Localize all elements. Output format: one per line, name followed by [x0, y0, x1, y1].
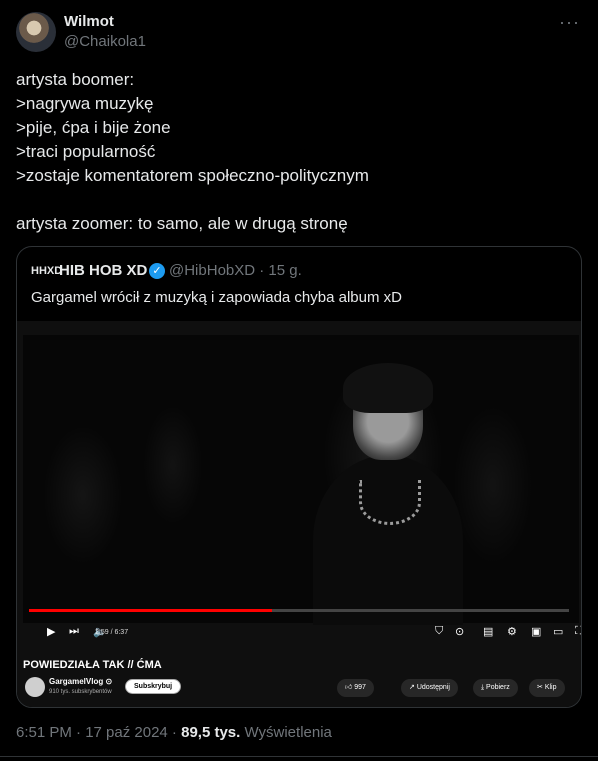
video-progress-fill: [29, 609, 272, 612]
share-button[interactable]: ↗ Udostępnij: [401, 679, 458, 697]
settings-icon[interactable]: ⚙: [507, 625, 517, 638]
download-label: Pobierz: [486, 684, 510, 691]
more-horizontal-icon[interactable]: ···: [559, 12, 580, 33]
video-frame[interactable]: [23, 335, 579, 625]
author-name[interactable]: Wilmot: [64, 13, 114, 30]
quote-text: Gargamel wrócił z muzyką i zapowiada chy…: [31, 289, 402, 306]
quoted-tweet[interactable]: HHXD HIB HOB XD ✓ @HibHobXD · 15 g. Garg…: [16, 246, 582, 708]
video-title[interactable]: POWIEDZIAŁA TAK // ĆMA: [23, 659, 162, 671]
video-controls: ▶ ⏭ 🔈 2:59 / 6:37 ⛉ ⊙ ▤ ⚙ ▣ ▭ ⛶: [23, 623, 581, 645]
tweet-meta: 6:51 PM · 17 paź 2024 · 89,5 tys. Wyświe…: [16, 724, 332, 741]
miniplayer-icon[interactable]: ▣: [531, 625, 541, 638]
shield-icon[interactable]: ⛉: [435, 625, 443, 638]
tweet-line: >pije, ćpa i bije żone: [16, 118, 171, 137]
tweet-datetime[interactable]: 6:51 PM · 17 paź 2024 ·: [16, 724, 181, 741]
quote-handle-time[interactable]: @HibHobXD · 15 g.: [169, 262, 302, 279]
quote-logo: HHXD: [31, 265, 63, 277]
like-count: 997: [354, 684, 366, 691]
scissors-icon: ✂: [537, 684, 545, 691]
divider: [0, 756, 598, 757]
next-icon[interactable]: ⏭: [69, 625, 79, 638]
theater-icon[interactable]: ▭: [553, 625, 563, 638]
author-handle[interactable]: @Chaikola1: [64, 33, 146, 50]
author-avatar[interactable]: [16, 12, 56, 52]
views-label: Wyświetlenia: [240, 724, 332, 741]
tweet-line: artysta boomer:: [16, 70, 135, 89]
tweet-line: >traci popularność: [16, 142, 156, 161]
video-time: 2:59 / 6:37: [95, 629, 129, 636]
channel-name[interactable]: GargamelVlog ⊙: [49, 677, 112, 686]
clip-label: Klip: [544, 684, 557, 691]
play-icon[interactable]: ▶: [47, 625, 55, 638]
subscribe-button[interactable]: Subskrybuj: [125, 679, 182, 694]
tweet-line: [16, 188, 576, 212]
share-icon: ↗: [409, 684, 417, 691]
tweet-line: >nagrywa muzykę: [16, 94, 154, 113]
fullscreen-icon[interactable]: ⛶: [575, 625, 581, 638]
quote-author-name[interactable]: HIB HOB XD: [59, 262, 147, 279]
thumbs-up-icon: 👍︎: [345, 684, 355, 691]
share-label: Udostępnij: [416, 684, 450, 691]
person-chain: [359, 480, 421, 525]
clip-button[interactable]: ✂ Klip: [529, 679, 565, 697]
autoplay-toggle-icon[interactable]: ⊙: [455, 625, 464, 638]
download-button[interactable]: ⤓ Pobierz: [473, 679, 518, 697]
quote-media[interactable]: ▶ ⏭ 🔈 2:59 / 6:37 ⛉ ⊙ ▤ ⚙ ▣ ▭ ⛶ POWIEDZI…: [17, 321, 581, 707]
channel-avatar[interactable]: [25, 677, 45, 697]
tweet-line: artysta zoomer: to samo, ale w drugą str…: [16, 214, 348, 233]
verified-badge-icon: ✓: [149, 263, 165, 279]
channel-subscribers: 910 tys. subskrybentów: [49, 689, 112, 695]
subtitles-icon[interactable]: ▤: [483, 625, 493, 638]
tweet-text: artysta boomer: >nagrywa muzykę >pije, ć…: [16, 68, 576, 236]
like-button[interactable]: 👍︎ 997: [337, 679, 374, 697]
views-count: 89,5 tys.: [181, 724, 241, 741]
person-hair: [343, 363, 433, 413]
tweet-line: >zostaje komentatorem społeczno-politycz…: [16, 166, 369, 185]
video-progress-bar[interactable]: [29, 609, 569, 612]
